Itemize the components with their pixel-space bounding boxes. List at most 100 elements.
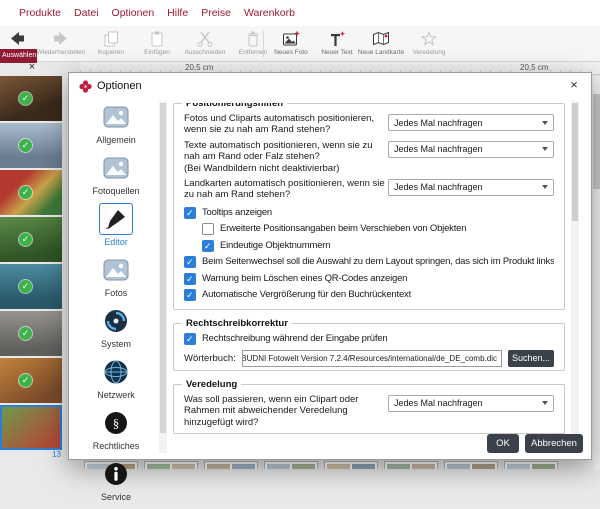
sidebar-item-service[interactable]: Service xyxy=(75,458,157,502)
texts-position-dropdown[interactable]: Jedes Mal nachfragen xyxy=(388,141,554,158)
tool-label: Ausschneiden xyxy=(180,49,230,56)
page-thumbnail[interactable] xyxy=(264,461,318,469)
image-icon xyxy=(99,254,133,286)
menu-warenkorb[interactable]: Warenkorb xyxy=(244,7,295,19)
photo-list xyxy=(0,76,62,452)
section-veredelung: Veredelung Was soll passieren, wenn ein … xyxy=(173,384,565,434)
page-thumbnail[interactable] xyxy=(204,461,258,469)
photo-thumbnail[interactable] xyxy=(0,76,62,121)
checkbox-label: Automatische Vergrößerung für den Buchrü… xyxy=(202,289,411,301)
maps-position-dropdown[interactable]: Jedes Mal nachfragen xyxy=(388,179,554,196)
used-check-icon xyxy=(19,186,32,199)
dialog-titlebar[interactable]: Optionen xyxy=(69,73,591,99)
checkbox-checked-icon[interactable] xyxy=(184,207,196,219)
used-check-icon xyxy=(19,327,32,340)
photo-thumbnail-selected[interactable] xyxy=(0,405,62,450)
browse-button[interactable]: Suchen... xyxy=(508,350,554,367)
sidebar-item-label: Editor xyxy=(104,237,128,247)
checkbox-row-qr-warnung[interactable]: Warnung beim Löschen eines QR-Codes anze… xyxy=(184,273,554,285)
scrollbar-thumb[interactable] xyxy=(593,94,600,189)
setting-row: Fotos und Cliparts automatisch positioni… xyxy=(184,113,554,136)
section-rechtschreibkorrektur: Rechtschreibkorrektur Rechtschreibung wä… xyxy=(173,323,565,371)
sidebar-item-editor[interactable]: Editor xyxy=(75,203,157,247)
toolbar-separator xyxy=(263,31,264,57)
redo-icon xyxy=(36,29,86,48)
checkbox-checked-icon[interactable] xyxy=(184,333,196,345)
checkbox-checked-icon[interactable] xyxy=(184,256,196,268)
dropdown-value: Jedes Mal nachfragen xyxy=(394,182,483,192)
checkbox-row-objektnummern[interactable]: Eindeutige Objektnummern xyxy=(202,240,554,252)
photo-thumbnail[interactable] xyxy=(0,358,62,403)
workspace-scrollbar[interactable] xyxy=(593,76,600,469)
sidebar-item-allgemein[interactable]: Allgemein xyxy=(75,101,157,145)
cancel-button[interactable]: Abbrechen xyxy=(525,434,583,453)
dialog-close-icon[interactable] xyxy=(567,78,581,92)
panel-close-icon[interactable] xyxy=(26,61,38,73)
page-thumbnail[interactable] xyxy=(444,461,498,469)
scrollbar-thumb[interactable] xyxy=(160,103,166,433)
dialog-buttons: OK Abbrechen xyxy=(487,434,583,453)
setting-row: Texte automatisch positionieren, wenn si… xyxy=(184,140,554,174)
new-text-button[interactable]: Neuer Text xyxy=(312,29,362,56)
checkbox-row-positionsangaben[interactable]: Erweiterte Positionsangaben beim Verschi… xyxy=(202,223,554,235)
setting-label: Fotos und Cliparts automatisch positioni… xyxy=(184,113,388,136)
sidebar-item-system[interactable]: System xyxy=(75,305,157,349)
menu-datei[interactable]: Datei xyxy=(74,7,99,19)
setting-label: Landkarten automatisch positionieren, we… xyxy=(184,178,388,201)
sidebar-item-label: System xyxy=(101,339,131,349)
checkbox-unchecked-icon[interactable] xyxy=(202,223,214,235)
dialog-title: Optionen xyxy=(97,80,142,92)
checkbox-row-seitenwechsel[interactable]: Beim Seitenwechsel soll die Auswahl zu d… xyxy=(184,256,554,268)
tool-label: Wiederherstellen xyxy=(36,49,86,56)
menu-hilfe[interactable]: Hilfe xyxy=(167,7,188,19)
photo-thumbnail[interactable] xyxy=(0,264,62,309)
sidebar-item-label: Rechtliches xyxy=(93,441,140,451)
paragraph-icon: § xyxy=(99,407,133,439)
sidebar-item-netzwerk[interactable]: Netzwerk xyxy=(75,356,157,400)
tool-label: Neuer Text xyxy=(312,49,362,56)
ruler-label-left: 20,5 cm xyxy=(183,63,215,72)
checkbox-checked-icon[interactable] xyxy=(202,240,214,252)
photo-thumbnail[interactable] xyxy=(0,170,62,215)
photos-position-dropdown[interactable]: Jedes Mal nachfragen xyxy=(388,114,554,131)
section-legend: Positionierungshilfen xyxy=(182,103,287,109)
menu-optionen[interactable]: Optionen xyxy=(112,7,155,19)
sidebar-item-fotos[interactable]: Fotos xyxy=(75,254,157,298)
sidebar-scrollbar[interactable] xyxy=(159,101,167,453)
finishing-dropdown[interactable]: Jedes Mal nachfragen xyxy=(388,395,554,412)
page-thumbnail[interactable] xyxy=(324,461,378,469)
menu-preise[interactable]: Preise xyxy=(201,7,231,19)
new-photo-button[interactable]: Neues Foto xyxy=(266,29,316,56)
dictionary-path-field[interactable]: otowelt/BUDNI Fotowelt Version 7.2.4/Res… xyxy=(242,350,502,367)
checkbox-row-tooltips[interactable]: Tooltips anzeigen xyxy=(184,207,554,219)
tool-label: Neues Foto xyxy=(266,49,316,56)
setting-label-text: Texte automatisch positionieren, wenn si… xyxy=(184,140,388,163)
checkbox-checked-icon[interactable] xyxy=(184,289,196,301)
tool-label: Neue Landkarte xyxy=(356,49,406,56)
new-map-button[interactable]: Neue Landkarte xyxy=(356,29,406,56)
content-scrollbar[interactable] xyxy=(571,101,579,435)
dictionary-label: Wörterbuch: xyxy=(184,353,236,364)
checkbox-row-buchruecken[interactable]: Automatische Vergrößerung für den Buchrü… xyxy=(184,289,554,301)
page-thumbnail[interactable] xyxy=(504,461,558,469)
paste-icon xyxy=(132,29,182,48)
used-check-icon xyxy=(19,139,32,152)
copy-button: Kopieren xyxy=(86,29,136,56)
sidebar-item-fotoquellen[interactable]: Fotoquellen xyxy=(75,152,157,196)
sidebar-item-rechtliches[interactable]: § Rechtliches xyxy=(75,407,157,451)
checkbox-row-rechtschreibung[interactable]: Rechtschreibung während der Eingabe prüf… xyxy=(184,333,554,345)
photo-thumbnail[interactable] xyxy=(0,217,62,262)
photo-thumbnail[interactable] xyxy=(0,123,62,168)
checkbox-checked-icon[interactable] xyxy=(184,273,196,285)
page-thumbnail[interactable] xyxy=(384,461,438,469)
photo-thumbnail[interactable] xyxy=(0,311,62,356)
paste-button: Einfügen xyxy=(132,29,182,56)
setting-label: Was soll passieren, wenn ein Clipart ode… xyxy=(184,394,388,428)
ok-button[interactable]: OK xyxy=(487,434,519,453)
dropdown-value: Jedes Mal nachfragen xyxy=(394,398,483,408)
image-icon xyxy=(99,101,133,133)
used-check-icon xyxy=(19,280,32,293)
section-positionierungshilfen: Positionierungshilfen Fotos und Cliparts… xyxy=(173,103,565,310)
scrollbar-thumb[interactable] xyxy=(572,103,578,221)
menu-produkte[interactable]: Produkte xyxy=(19,7,61,19)
